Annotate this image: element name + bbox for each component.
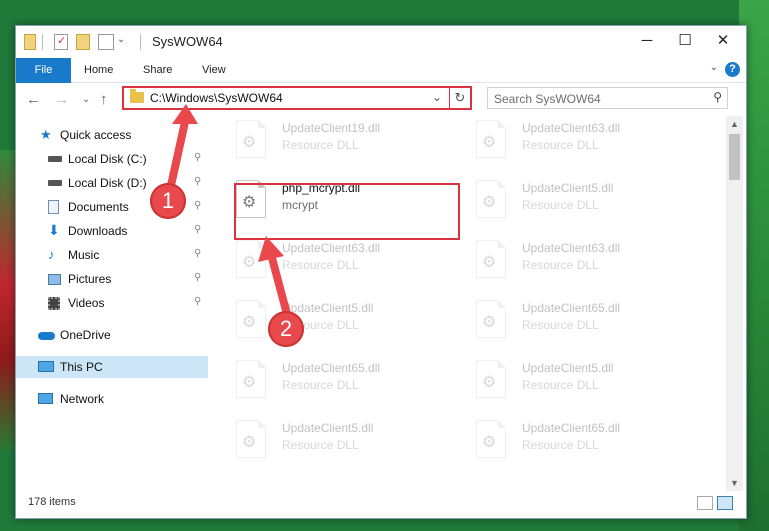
arrow-1-head: [172, 104, 198, 124]
step-badge-2: 2: [268, 311, 304, 347]
arrow-1-shaft: [166, 118, 189, 194]
step-badge-1: 1: [150, 183, 186, 219]
arrow-2-shaft: [268, 254, 292, 322]
annotation-arrows: [166, 104, 292, 322]
arrow-2-head: [258, 236, 284, 262]
